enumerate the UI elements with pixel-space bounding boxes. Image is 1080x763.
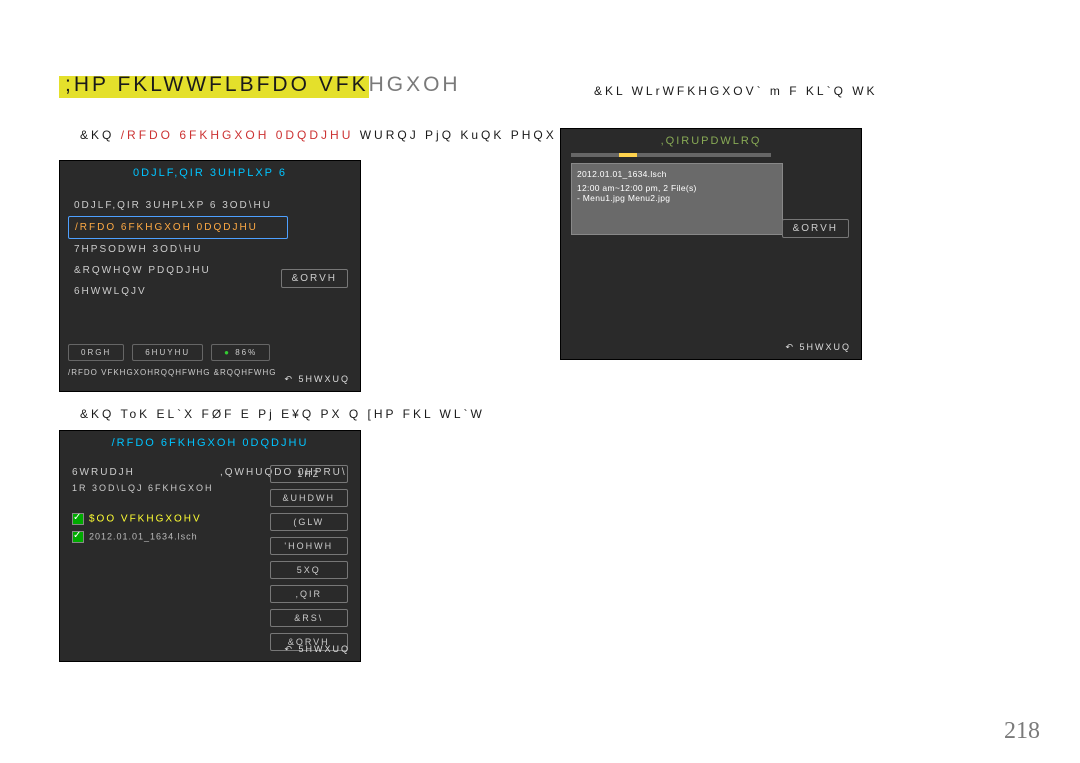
page-number: 218 <box>1004 718 1040 745</box>
panel1-return[interactable]: 5HWXUQ <box>284 374 350 385</box>
status-mode: 0RGH <box>68 344 124 361</box>
all-schedules[interactable]: $OO VFKHGXOHV <box>72 513 202 525</box>
menu-item-template[interactable]: 7HPSODWH 3OD\HU <box>68 239 288 260</box>
heading-main: ;HP FKLWWFLBFDO VFK <box>65 73 369 96</box>
panel-information: ,QIRUPDWLRQ 2012.01.01_1634.lsch 12:00 a… <box>560 128 862 360</box>
panel1-close-button[interactable]: &ORVH <box>281 269 348 288</box>
storage-label: 6WRUDJH <box>72 467 135 478</box>
btn-run[interactable]: 5XQ <box>270 561 349 579</box>
right-note: &KL WLrWFKHGXOV` m F KL`Q WK <box>594 84 878 98</box>
all-schedules-checkbox[interactable] <box>72 513 84 525</box>
no-playing-schedule: 1R 3OD\LQJ 6FKHGXOH <box>72 483 214 493</box>
page-heading: ;HP FKLWWFLBFDO VFKHGXOH <box>65 73 461 97</box>
info-line2: 12:00 am~12:00 pm, 2 File(s) <box>577 183 777 193</box>
menu-item-local-schedule[interactable]: /RFDO 6FKHGXOH 0DQDJHU <box>68 216 288 239</box>
panel3-return[interactable]: 5HWXUQ <box>785 342 851 353</box>
panel-magicinfo-menu: 0DJLF,QIR 3UHPLXP 6 0DJLF,QIR 3UHPLXP 6 … <box>59 160 361 392</box>
panel2-title: /RFDO 6FKHGXOH 0DQDJHU <box>60 431 360 455</box>
btn-copy[interactable]: &RS\ <box>270 609 349 627</box>
btn-info[interactable]: ,QIR <box>270 585 349 603</box>
status-server: 6HUYHU <box>132 344 203 361</box>
panel1-title: 0DJLF,QIR 3UHPLXP 6 <box>60 161 360 185</box>
btn-edit[interactable]: (GLW <box>270 513 349 531</box>
panel2-return[interactable]: 5HWXUQ <box>284 644 350 655</box>
file-checkbox[interactable] <box>72 531 84 543</box>
info-scroll-thumb[interactable] <box>619 153 637 157</box>
sub1-mid: WURQJ PjQ KuQK PHQX <box>360 128 563 142</box>
panel1-status-row2: /RFDO VFKHGXOHRQQHFWHG &RQQHFWHG <box>68 368 276 377</box>
info-scroll-track <box>571 153 771 157</box>
panel-local-schedule-manager: /RFDO 6FKHGXOH 0DQDJHU 6WRUDJH ,QWHUQDO … <box>59 430 361 662</box>
mid-caption: &KQ ToK EL`X FØF E Pj E¥Q PX Q [HP FKL W… <box>80 407 485 421</box>
subline-1: &KQ /RFDO 6FKHGXOH 0DQDJHU WURQJ PjQ KuQ… <box>80 128 584 142</box>
heading-tail: HGXOH <box>369 73 461 96</box>
menu-item-player[interactable]: 0DJLF,QIR 3UHPLXP 6 3OD\HU <box>68 195 288 216</box>
panel3-close-button[interactable]: &ORVH <box>782 219 849 238</box>
sub1-lead: &KQ <box>80 128 114 142</box>
info-file: 2012.01.01_1634.lsch <box>577 169 777 179</box>
status-usb: ● 86% <box>211 344 270 361</box>
btn-create[interactable]: &UHDWH <box>270 489 349 507</box>
sub1-red1: /RFDO 6FKHGXOH 0DQDJHU <box>121 128 354 142</box>
info-box: 2012.01.01_1634.lsch 12:00 am~12:00 pm, … <box>571 163 783 235</box>
menu-item-content-manager[interactable]: &RQWHQW PDQDJHU <box>68 260 288 281</box>
btn-new[interactable]: 1HZ <box>270 465 349 483</box>
info-line3: - Menu1.jpg Menu2.jpg <box>577 193 777 203</box>
menu-item-settings[interactable]: 6HWWLQJV <box>68 281 288 302</box>
panel1-status-row: 0RGH 6HUYHU ● 86% <box>68 344 270 361</box>
schedule-file-row[interactable]: 2012.01.01_1634.lsch <box>72 531 198 543</box>
btn-delete[interactable]: 'HOHWH <box>270 537 349 555</box>
panel2-buttons: 1HZ &UHDWH (GLW 'HOHWH 5XQ ,QIR &RS\ &OR… <box>270 465 349 651</box>
panel3-title: ,QIRUPDWLRQ <box>561 129 861 153</box>
